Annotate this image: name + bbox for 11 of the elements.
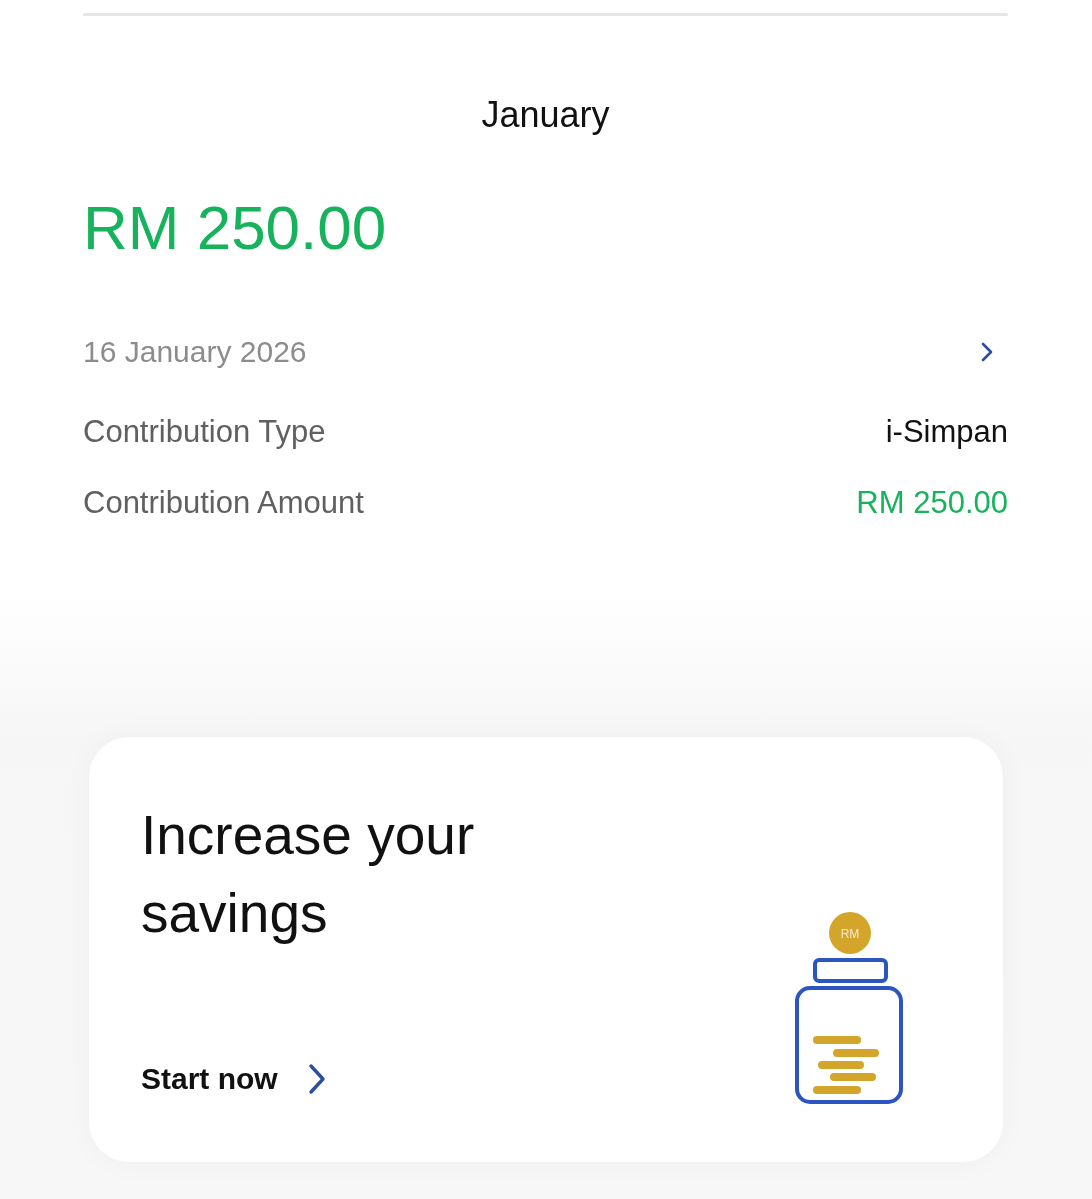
- chevron-right-icon: [307, 1063, 326, 1095]
- promo-title: Increase your savings: [141, 803, 476, 946]
- chevron-right-icon[interactable]: [980, 341, 994, 363]
- detail-value: RM 250.00: [856, 484, 1008, 522]
- detail-label: Contribution Amount: [83, 484, 364, 522]
- detail-label: Contribution Type: [83, 413, 326, 451]
- transaction-date: 16 January 2026: [83, 334, 307, 370]
- detail-value: i-Simpan: [885, 413, 1008, 451]
- month-title: January: [481, 93, 610, 137]
- start-now-link[interactable]: Start now: [141, 1059, 326, 1099]
- total-amount: RM 250.00: [83, 192, 387, 264]
